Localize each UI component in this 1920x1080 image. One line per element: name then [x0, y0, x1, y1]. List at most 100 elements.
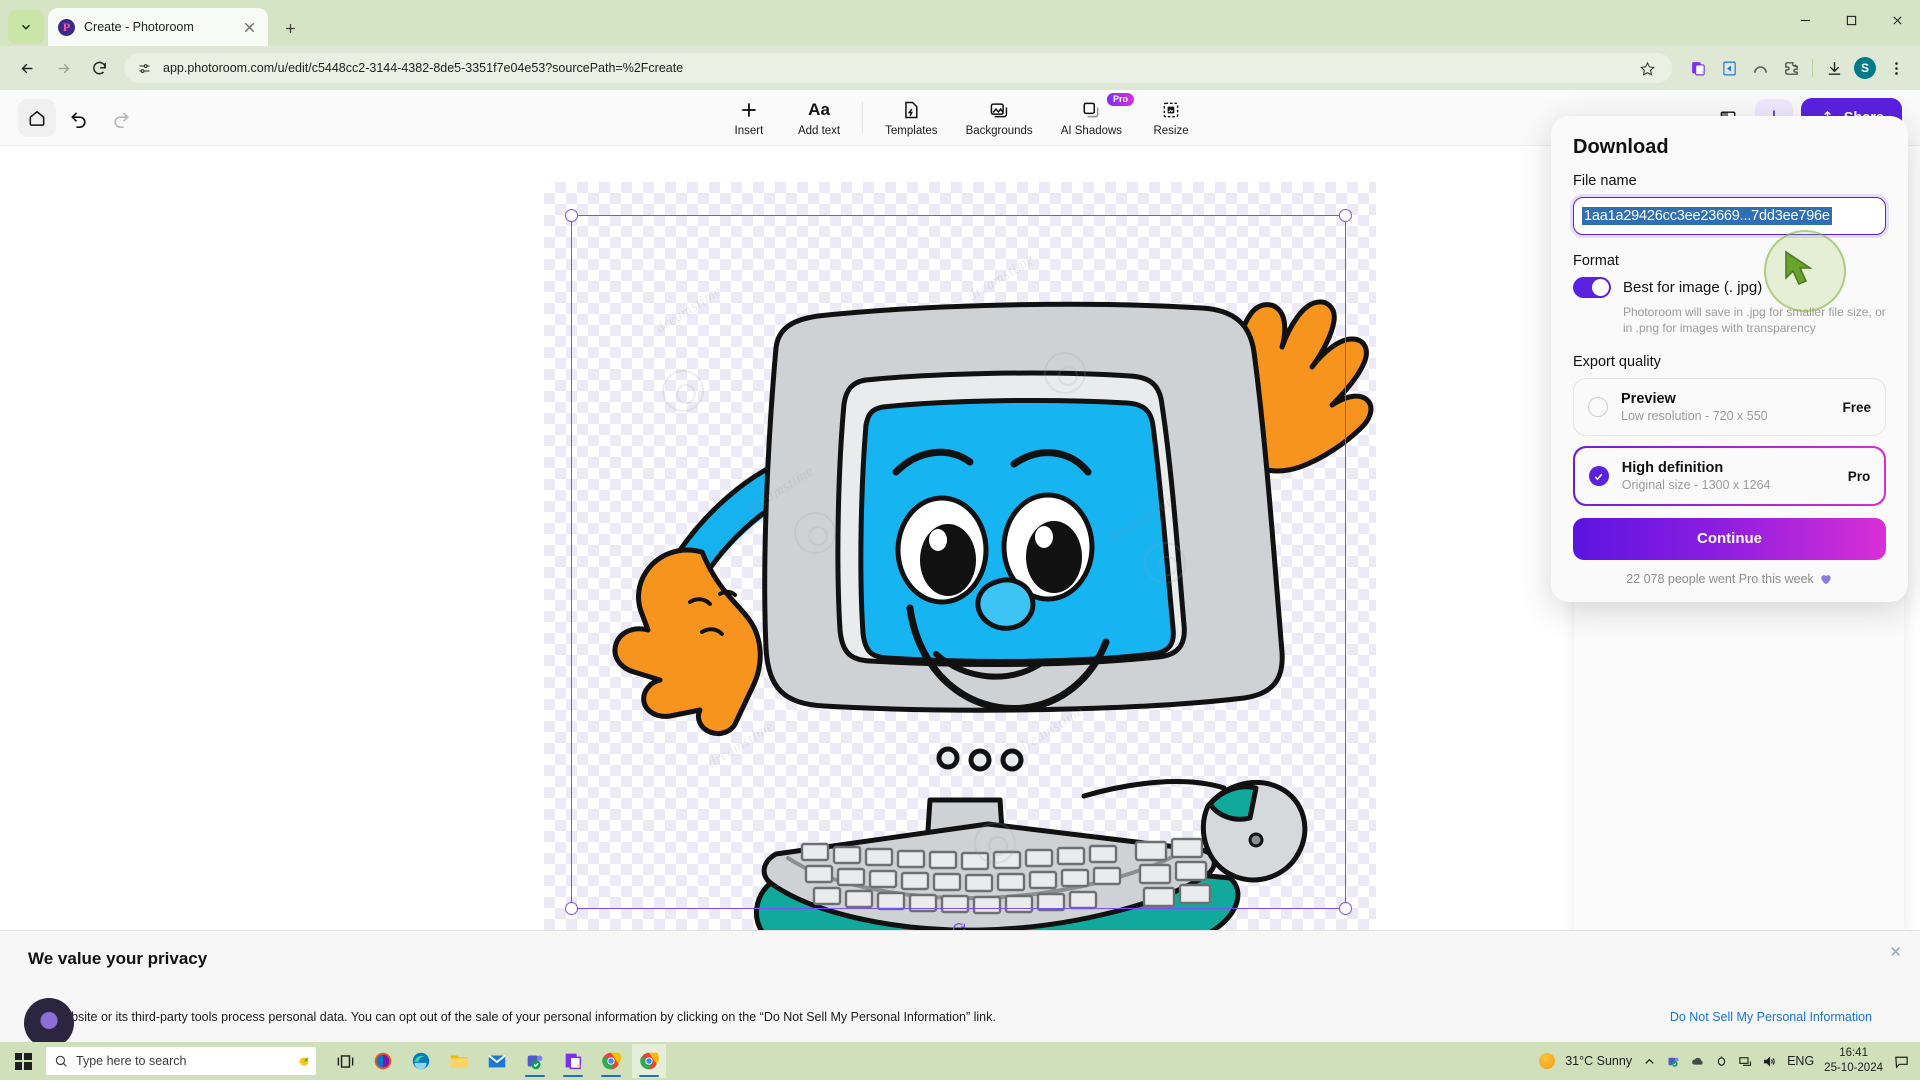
taskbar-search[interactable]: Type here to search [46, 1047, 316, 1075]
taskbar-teams[interactable] [518, 1044, 552, 1078]
network-icon[interactable] [1738, 1054, 1753, 1069]
start-button[interactable] [0, 1052, 46, 1070]
tab-title: Create - Photoroom [84, 20, 194, 34]
forward-button[interactable] [46, 51, 80, 85]
maximize-button[interactable] [1828, 0, 1874, 40]
close-window-button[interactable] [1874, 0, 1920, 40]
taskbar-copilot[interactable] [366, 1044, 400, 1078]
tab-search-chevron-icon[interactable] [8, 10, 44, 44]
window-controls [1782, 0, 1920, 40]
home-button[interactable] [18, 98, 56, 137]
weather-text[interactable]: 31°C Sunny [1565, 1054, 1632, 1068]
tool-add-text[interactable]: Aa Add text [784, 95, 854, 141]
radio-selected[interactable] [1588, 466, 1609, 487]
downloads-icon[interactable] [1820, 54, 1848, 82]
file-name-input[interactable]: 1aa1a29426cc3ee23669...7dd3ee796e [1573, 197, 1886, 235]
teams-tray-icon[interactable] [1666, 1054, 1681, 1069]
browser-tab[interactable]: P Create - Photoroom [48, 8, 268, 46]
continue-button[interactable]: Continue [1573, 517, 1886, 560]
quality-option-hd-inner: High definition Original size - 1300 x 1… [1574, 448, 1885, 505]
tool-templates[interactable]: Templates [871, 95, 951, 141]
tool-backgrounds[interactable]: Backgrounds [952, 95, 1047, 141]
app-toolbar: Insert Aa Add text Templates Backgrounds [714, 92, 1206, 141]
quality-name: High definition [1621, 460, 1724, 477]
onedrive-icon[interactable] [1690, 1054, 1705, 1069]
mail-icon [488, 1054, 506, 1068]
taskbar-photoroom[interactable] [556, 1044, 590, 1078]
taskbar-clock[interactable]: 16:41 25-10-2024 [1824, 1046, 1883, 1076]
tool-label: Insert [734, 124, 764, 137]
bookmark-star-icon[interactable] [1634, 55, 1660, 81]
tray-icon-group [1642, 1054, 1777, 1069]
chrome-icon [602, 1052, 621, 1070]
browser-extensions: S [1680, 54, 1910, 82]
quality-name: Preview [1621, 391, 1676, 408]
task-view-button[interactable] [328, 1044, 362, 1078]
resize-handle-bottom-right[interactable] [1339, 902, 1352, 915]
language-indicator[interactable]: ENG [1787, 1054, 1814, 1068]
photoroom-app: Insert Aa Add text Templates Backgrounds [0, 90, 1920, 953]
file-name-value: 1aa1a29426cc3ee23669...7dd3ee796e [1582, 207, 1832, 225]
windows-logo-icon [14, 1052, 32, 1070]
quality-option-hd[interactable]: High definition Original size - 1300 x 1… [1573, 446, 1886, 506]
pro-note-text: 22 078 people went Pro this week [1626, 571, 1814, 586]
continue-label: Continue [1697, 530, 1762, 548]
camera-privacy-icon[interactable] [1714, 1054, 1729, 1069]
site-settings-icon[interactable] [136, 60, 153, 77]
extensions-puzzle-icon[interactable] [1777, 54, 1805, 82]
photoroom-taskbar-icon [565, 1053, 582, 1070]
format-toggle[interactable] [1573, 277, 1611, 298]
minimize-button[interactable] [1782, 0, 1828, 40]
close-tab-icon[interactable] [241, 19, 258, 36]
resize-handle-bottom-left[interactable] [565, 902, 578, 915]
quality-option-preview[interactable]: Preview Low resolution - 720 x 550 Free [1573, 378, 1886, 437]
back-button[interactable] [10, 51, 44, 85]
format-toggle-row[interactable]: Best for image (. jpg) [1573, 277, 1886, 298]
taskbar-edge[interactable] [404, 1044, 438, 1078]
address-bar[interactable]: app.photoroom.com/u/edit/c5448cc2-3144-4… [124, 53, 1672, 83]
resize-handle-top-right[interactable] [1339, 209, 1352, 222]
tool-label: AI Shadows [1060, 124, 1123, 137]
close-banner-icon[interactable]: ✕ [1889, 943, 1902, 961]
extension-docs-icon[interactable] [1684, 54, 1712, 82]
volume-icon[interactable] [1762, 1054, 1777, 1069]
search-placeholder: Type here to search [76, 1054, 187, 1068]
canvas[interactable]: dreamstime dreamstime dreamstime dreamst… [544, 182, 1376, 953]
extension-arc-icon[interactable] [1746, 54, 1774, 82]
tool-label: Templates [885, 124, 938, 137]
tool-resize[interactable]: Resize [1136, 95, 1206, 141]
extension-blue-icon[interactable] [1715, 54, 1743, 82]
resize-icon [1161, 99, 1181, 121]
export-quality-label: Export quality [1573, 354, 1661, 371]
radio-unselected[interactable] [1588, 397, 1608, 418]
tool-insert[interactable]: Insert [714, 95, 784, 141]
undo-button[interactable] [60, 99, 98, 137]
toolbar-divider [1812, 59, 1813, 77]
reload-button[interactable] [82, 51, 116, 85]
task-view-icon [337, 1054, 353, 1068]
tool-label: Add text [797, 124, 841, 137]
tool-ai-shadows[interactable]: Pro AI Shadows [1047, 92, 1136, 141]
teams-icon [527, 1055, 543, 1070]
taskbar-chrome-1[interactable] [594, 1044, 628, 1078]
avatar-initial: S [1854, 57, 1876, 79]
do-not-sell-link[interactable]: Do Not Sell My Personal Information [1670, 1010, 1872, 1024]
selection-bounding-box[interactable] [565, 209, 1352, 935]
tool-label: Backgrounds [965, 124, 1033, 137]
quality-tag: Free [1842, 399, 1871, 415]
browser-toolbar: app.photoroom.com/u/edit/c5448cc2-3144-4… [0, 46, 1920, 90]
taskbar-chrome-2[interactable] [632, 1044, 666, 1078]
resize-handle-top-left[interactable] [565, 209, 578, 222]
show-hidden-icons-chevron[interactable] [1642, 1054, 1657, 1069]
notifications-icon[interactable] [1893, 1053, 1910, 1070]
privacy-body: This website or its third-party tools pr… [28, 1010, 996, 1024]
taskbar-file-explorer[interactable] [442, 1044, 476, 1078]
format-label: Format [1573, 253, 1619, 269]
taskbar-mail[interactable] [480, 1044, 514, 1078]
clock-date: 25-10-2024 [1824, 1062, 1883, 1074]
header-left-controls [18, 98, 140, 137]
browser-menu-icon[interactable] [1882, 54, 1910, 82]
backgrounds-icon [989, 99, 1009, 121]
new-tab-button[interactable] [276, 14, 304, 42]
profile-avatar[interactable]: S [1851, 54, 1879, 82]
